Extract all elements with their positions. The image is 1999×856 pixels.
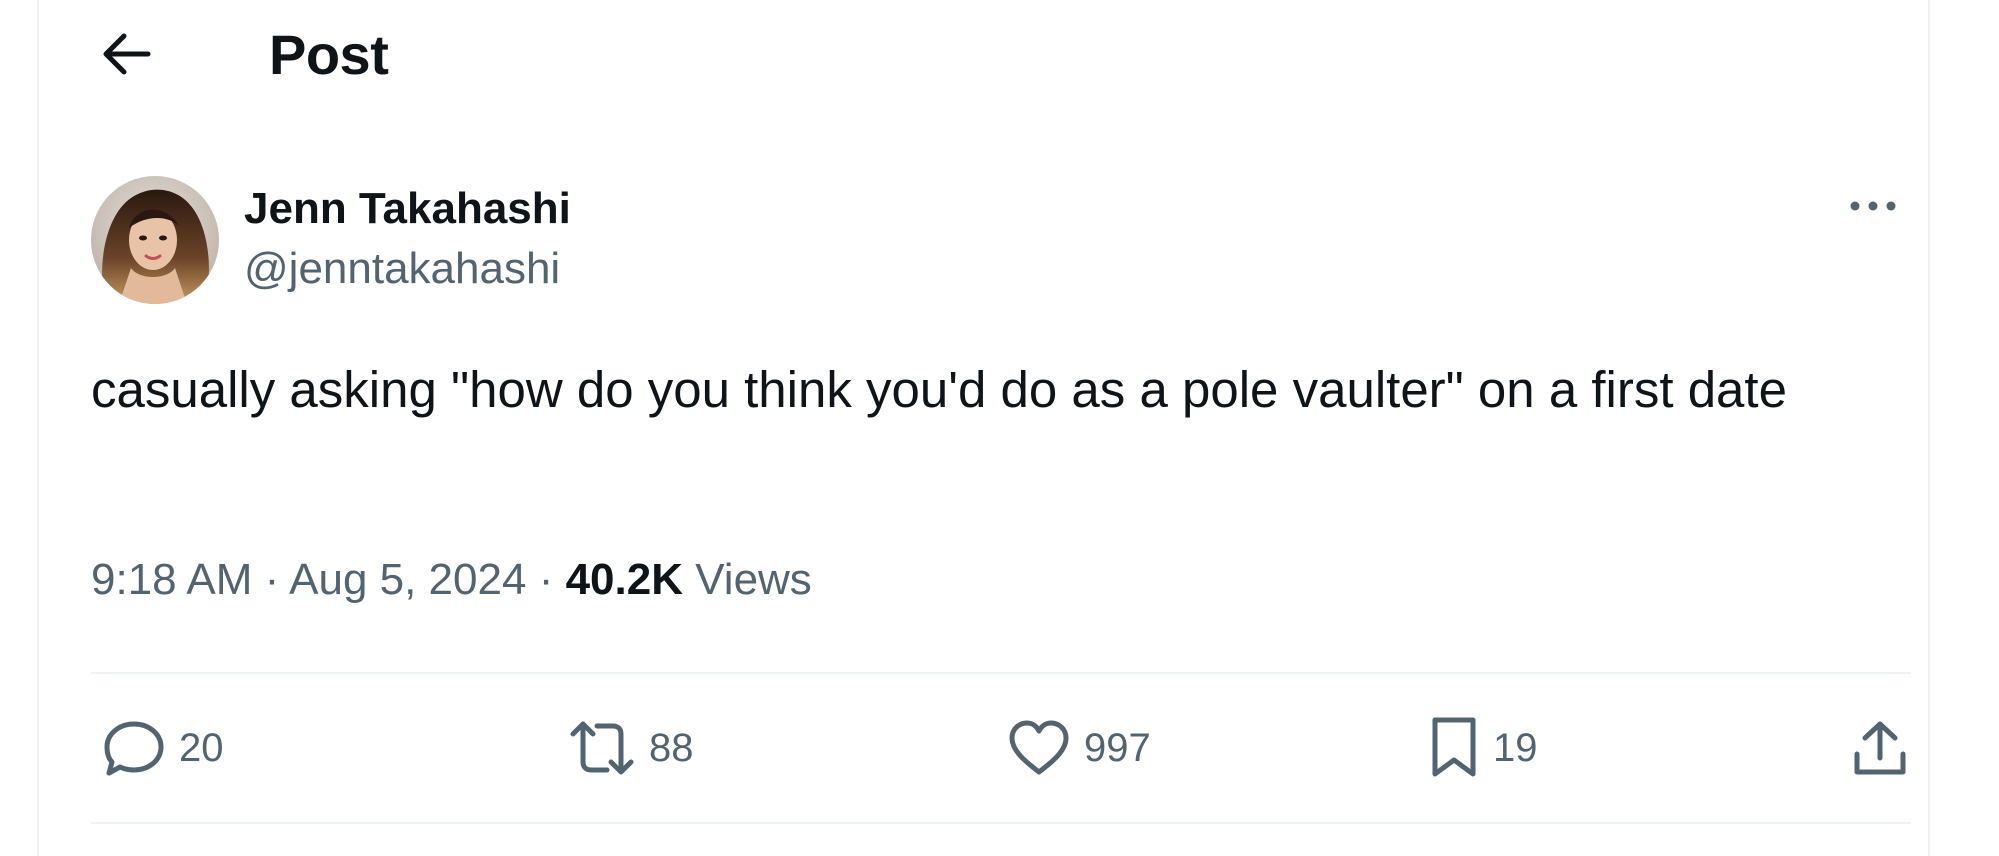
divider: [91, 822, 1911, 824]
author-handle[interactable]: @jenntakahashi: [244, 244, 560, 294]
repost-count: 88: [649, 725, 694, 770]
bookmark-button[interactable]: 19: [1427, 712, 1538, 784]
post-column: Post Jenn Takahashi @jenntakahashi casua…: [37, 0, 1930, 856]
like-button[interactable]: 997: [1006, 712, 1151, 784]
like-count: 997: [1084, 725, 1151, 770]
author-name[interactable]: Jenn Takahashi: [244, 184, 571, 234]
tweet-meta: 9:18 AM · Aug 5, 2024 · 40.2K Views: [91, 555, 812, 605]
reply-button[interactable]: 20: [101, 712, 224, 784]
share-button[interactable]: [1851, 712, 1909, 784]
more-button[interactable]: [1835, 176, 1911, 240]
tweet-time[interactable]: 9:18 AM: [91, 555, 252, 604]
repost-icon: [567, 720, 637, 776]
header-bar: Post: [39, 0, 1928, 112]
share-icon: [1851, 718, 1909, 778]
arrow-left-icon: [102, 32, 152, 81]
meta-separator: ·: [538, 555, 554, 604]
tweet-text: casually asking "how do you think you'd …: [91, 361, 1787, 418]
reply-count: 20: [179, 725, 224, 770]
tweet-date[interactable]: Aug 5, 2024: [289, 555, 526, 604]
views-label: Views: [695, 555, 812, 604]
action-bar: 20 88 997 19: [91, 672, 1911, 822]
heart-icon: [1006, 718, 1072, 778]
meta-separator: ·: [264, 555, 280, 604]
back-button[interactable]: [89, 18, 165, 94]
more-horizontal-icon: [1849, 199, 1897, 217]
bookmark-icon: [1427, 716, 1481, 780]
repost-button[interactable]: 88: [567, 712, 694, 784]
page-title: Post: [269, 23, 389, 86]
reply-icon: [101, 718, 167, 778]
avatar[interactable]: [91, 176, 219, 304]
bookmark-count: 19: [1493, 725, 1538, 770]
views-count[interactable]: 40.2K: [566, 555, 683, 604]
author-row: Jenn Takahashi @jenntakahashi: [91, 176, 1911, 304]
